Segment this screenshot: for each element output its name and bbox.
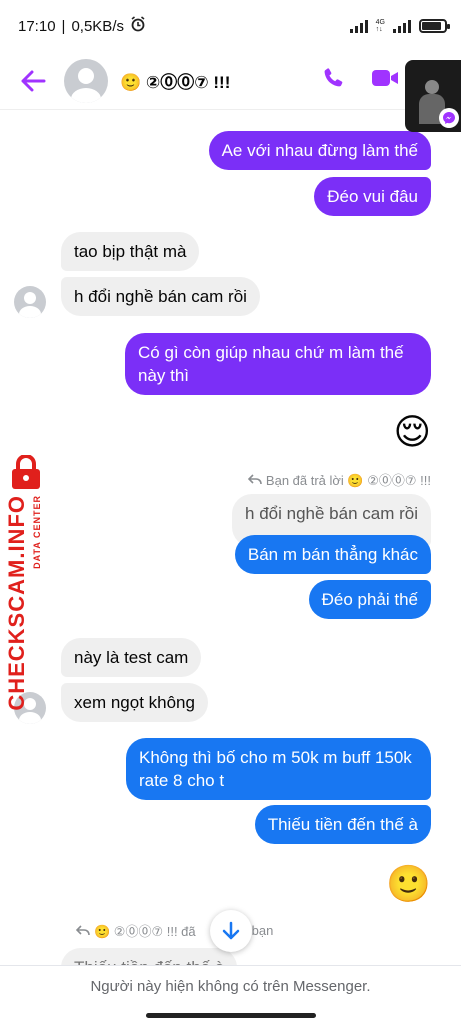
contact-avatar[interactable] [64, 58, 108, 103]
outgoing-message[interactable]: Thiếu tiền đến thế à [254, 805, 431, 844]
arrow-down-icon [222, 921, 240, 940]
signal-icon [349, 19, 368, 33]
relieved-emoji[interactable]: 😌 [393, 412, 431, 452]
status-speed: 0,5KB/s [71, 17, 124, 35]
outgoing-message[interactable]: Bán m bán thẳng khác [234, 535, 431, 574]
message-thread[interactable]: Ae với nhau đừng làm thế Đéo vui đâu tao… [0, 110, 461, 965]
chat-header: 🙂 ②⓪⓪⑦ !!! [0, 52, 461, 110]
contact-name[interactable]: 🙂 ②⓪⓪⑦ !!! [120, 68, 230, 93]
outgoing-message[interactable]: Đéo phải thế [308, 580, 431, 619]
battery-icon [419, 19, 450, 33]
incoming-message[interactable]: tao bịp thật mà [61, 232, 200, 271]
status-bar: 17:10 | 0,5KB/s 4G ↑↓ [0, 0, 461, 52]
quoted-message[interactable]: Thiếu tiền đến thế à [61, 948, 238, 965]
home-indicator[interactable] [146, 1013, 316, 1018]
back-arrow-icon [21, 70, 46, 91]
back-button[interactable] [10, 58, 56, 104]
incoming-message[interactable]: xem ngọt không [61, 683, 208, 722]
outgoing-message[interactable]: Không thì bố cho m 50k m buff 150k rate … [126, 738, 431, 800]
checkscam-watermark: CHECKSCAM.INFO DATA CENTER [2, 455, 48, 711]
reply-icon [76, 924, 90, 935]
watermark-subtext: DATA CENTER [32, 495, 42, 569]
outgoing-message[interactable]: Có gì còn giúp nhau chứ m làm thế này th… [125, 333, 431, 395]
smile-emoji[interactable]: 🙂 [386, 864, 431, 904]
reply-icon [247, 473, 262, 484]
unavailable-notice: Người này hiện không có trên Messenger. [90, 978, 371, 995]
network-type: 4G ↑↓ [375, 19, 385, 33]
composer-disabled-footer: Người này hiện không có trên Messenger. [0, 965, 461, 1024]
video-camera-icon [372, 70, 398, 86]
messenger-icon [439, 108, 459, 128]
watermark-text: CHECKSCAM.INFO [4, 495, 29, 711]
lock-icon [12, 455, 40, 489]
status-time: 17:10 [18, 17, 56, 35]
outgoing-message[interactable]: Đéo vui đâu [314, 177, 431, 216]
voice-call-button[interactable] [321, 66, 345, 95]
scroll-to-bottom-button[interactable] [210, 910, 252, 952]
incoming-message[interactable]: h đổi nghề bán cam rồi [61, 277, 260, 316]
sender-avatar[interactable] [14, 286, 46, 318]
outgoing-message[interactable]: Ae với nhau đừng làm thế [208, 131, 431, 170]
video-preview-thumbnail[interactable] [405, 60, 461, 132]
incoming-message[interactable]: này là test cam [61, 638, 202, 677]
phone-icon [324, 68, 343, 87]
signal-icon-2 [393, 19, 411, 33]
video-call-button[interactable] [371, 68, 399, 93]
reply-note: Bạn đã trả lời 🙂 ②⓪⓪⑦ !!! [247, 470, 431, 489]
alarm-icon [130, 16, 146, 36]
